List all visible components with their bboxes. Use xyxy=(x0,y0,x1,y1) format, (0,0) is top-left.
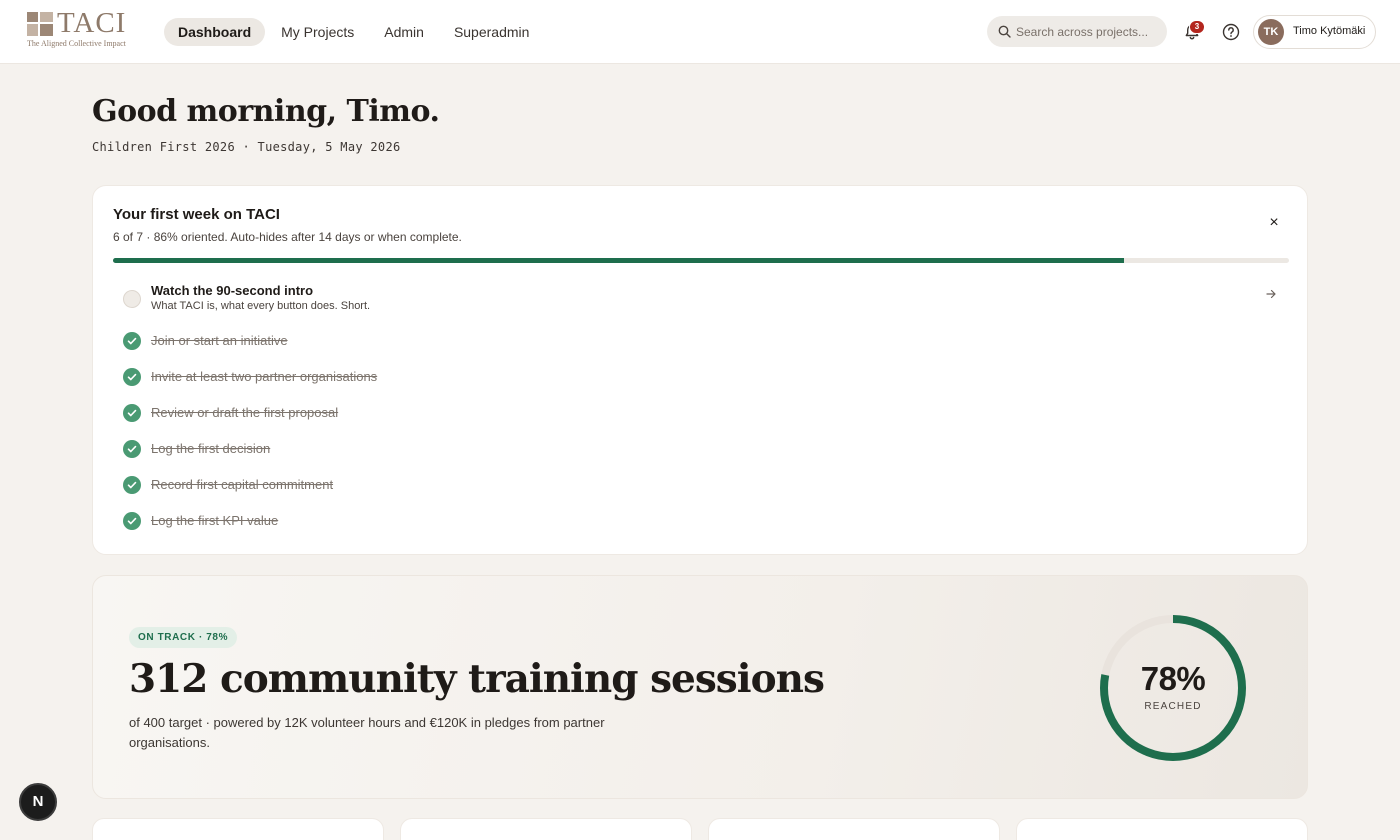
task-label: Record first capital commitment xyxy=(151,477,334,492)
status-badge: ON TRACK · 78% xyxy=(129,627,238,648)
check-circle-icon xyxy=(123,512,141,530)
kpi-headline: 312 community training sessions xyxy=(129,656,825,702)
task-label: Watch the 90-second intro xyxy=(151,283,314,298)
summary-card[interactable] xyxy=(708,818,1000,840)
task-label: Log the first decision xyxy=(151,441,271,456)
search-input[interactable] xyxy=(1016,16,1161,47)
nav-my-projects[interactable]: My Projects xyxy=(267,18,368,46)
task-incomplete-circle-icon xyxy=(123,290,141,308)
progress-ring-label: REACHED xyxy=(1144,701,1202,712)
logo-wordmark: TACI xyxy=(57,7,127,39)
onboarding-checklist-card: Your first week on TACI 6 of 7 · 86% ori… xyxy=(92,185,1308,555)
task-join-initiative[interactable]: Join or start an initiative xyxy=(113,323,1289,357)
task-label: Review or draft the first proposal xyxy=(151,405,339,420)
avatar: TK xyxy=(1258,19,1284,45)
main-nav: Dashboard My Projects Admin Superadmin xyxy=(164,18,543,46)
summary-card[interactable] xyxy=(400,818,692,840)
close-icon[interactable]: × xyxy=(1263,212,1285,234)
summary-card[interactable] xyxy=(1016,818,1308,840)
nav-dashboard[interactable]: Dashboard xyxy=(164,18,266,46)
kpi-description: of 400 target · powered by 12K volunteer… xyxy=(129,715,605,750)
arrow-right-icon xyxy=(1266,289,1276,299)
task-label: Join or start an initiative xyxy=(151,333,288,348)
onboarding-title: Your first week on TACI xyxy=(113,206,280,223)
task-watch-intro[interactable]: Watch the 90-second intro What TACI is, … xyxy=(113,281,1289,315)
task-capital-commitment[interactable]: Record first capital commitment xyxy=(113,467,1289,501)
floating-n-badge[interactable]: N xyxy=(19,783,57,821)
notification-count-badge: 3 xyxy=(1189,20,1205,34)
onboarding-progress-bar xyxy=(113,258,1289,263)
task-first-proposal[interactable]: Review or draft the first proposal xyxy=(113,395,1289,429)
headline-kpi-card[interactable]: ON TRACK · 78% 312 community training se… xyxy=(92,575,1308,799)
task-label: Invite at least two partner organisation… xyxy=(151,369,378,384)
check-circle-icon xyxy=(123,476,141,494)
page-title: Good morning, Timo. xyxy=(92,94,440,129)
task-first-decision[interactable]: Log the first decision xyxy=(113,431,1289,465)
onboarding-subtitle: 6 of 7 · 86% oriented. Auto-hides after … xyxy=(113,230,462,244)
taci-logo[interactable]: TACI The Aligned Collective Impact xyxy=(27,7,137,49)
task-invite-partners[interactable]: Invite at least two partner organisation… xyxy=(113,359,1289,393)
check-circle-icon xyxy=(123,440,141,458)
task-description: What TACI is, what every button does. Sh… xyxy=(151,300,371,312)
logo-tagline: The Aligned Collective Impact xyxy=(27,39,126,48)
search-icon xyxy=(998,25,1011,38)
onboarding-progress-fill xyxy=(113,258,1125,263)
help-circle-icon[interactable] xyxy=(1221,22,1241,42)
task-label: Log the first KPI value xyxy=(151,513,279,528)
check-circle-icon xyxy=(123,368,141,386)
logo-mark-icon xyxy=(27,12,53,36)
task-first-kpi[interactable]: Log the first KPI value xyxy=(113,503,1289,537)
user-menu-button[interactable]: TK Timo Kytömäki xyxy=(1253,15,1376,49)
check-circle-icon xyxy=(123,404,141,422)
search-box[interactable] xyxy=(987,16,1167,47)
top-navigation-bar: TACI The Aligned Collective Impact Dashb… xyxy=(0,0,1400,64)
project-date-subline: Children First 2026 · Tuesday, 5 May 202… xyxy=(92,140,401,154)
nav-superadmin[interactable]: Superadmin xyxy=(440,18,544,46)
check-circle-icon xyxy=(123,332,141,350)
nav-admin[interactable]: Admin xyxy=(370,18,438,46)
user-name: Timo Kytömäki xyxy=(1293,25,1366,37)
progress-ring-value: 78% xyxy=(1140,660,1206,697)
summary-card[interactable] xyxy=(92,818,384,840)
